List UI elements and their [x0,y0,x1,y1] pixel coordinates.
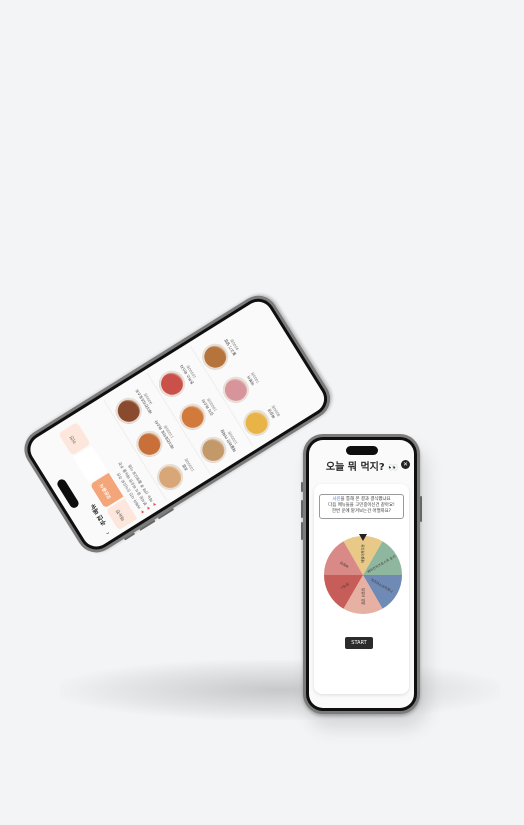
recommendation-message: 사진을 통해 본 결과 결식했냐요 다음 메뉴들을 고민중이신건 같아요! 한번… [319,494,404,519]
chevron-left-icon[interactable]: ‹ [104,530,111,536]
wheel-segment-label: 닭갈비 덮밥 [361,588,366,605]
roulette-card: 사진을 통해 본 결과 결식했냐요 다음 메뉴들을 고민중이신건 같아요! 한번… [314,484,409,694]
message-line: 한번 운에 맡겨보는건 어떨까요? [331,509,392,515]
dynamic-island [346,446,378,455]
menu-screen: ‹ 추천 메뉴 메뉴판 모든음식 이전 ▶카메라 사진 인식으로 추천 ▶분석된… [25,296,330,552]
ground-shadow [60,660,500,720]
wheel-segment-label: 해물어묵우동 [360,544,365,563]
roulette-wheel-svg: 해물어묵우동베이컨치즈토스트 토리치즈마스크카포니닭갈비 덮밥돈까스짜장면 [324,534,402,614]
close-icon[interactable]: ✕ [401,460,410,469]
action-button [301,482,303,492]
bullet-icon: ▶ [150,501,157,507]
roulette-screen: 오늘 뭐 먹지? 👀 ✕ 사진을 통해 본 결과 결식했냐요 다음 메뉴들을 고… [309,440,414,708]
page-title: 오늘 뭐 먹지? [325,462,385,473]
power-button [420,496,422,522]
menu-phone: ‹ 추천 메뉴 메뉴판 모든음식 이전 ▶카메라 사진 인식으로 추천 ▶분석된… [16,288,338,560]
roulette-phone: 오늘 뭐 먹지? 👀 ✕ 사진을 통해 본 결과 결식했냐요 다음 메뉴들을 고… [301,434,422,714]
roulette-wheel[interactable]: 해물어묵우동 베이컨치즈토스트 토리 치즈마스크카포니 닭갈비 덮밥 돈까스 짜장면 [322,534,404,616]
roulette-header: 오늘 뭐 먹지? 👀 [309,458,414,480]
volume-up-button [301,500,303,518]
start-button[interactable]: START [345,637,373,649]
eyes-icon: 👀 [388,463,398,472]
volume-down-button [301,522,303,540]
